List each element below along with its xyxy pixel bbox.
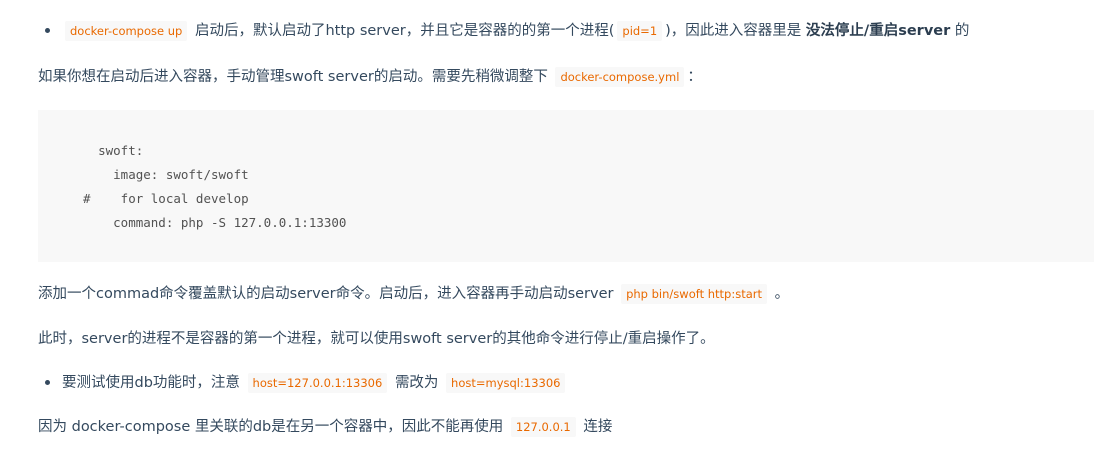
text: 需改为	[394, 375, 439, 391]
bullet-dot	[45, 27, 50, 33]
text: 此时，server的进程不是容器的第一个进程，就可以使用swoft server…	[38, 331, 715, 347]
paragraph-command-override: 添加一个commad命令覆盖默认的启动server命令。启动后，进入容器再手动启…	[38, 283, 789, 305]
code-block: swoft: image: swoft/swoft # for local de…	[38, 110, 1094, 262]
code-line: command: php -S 127.0.0.1:13300	[68, 215, 347, 230]
list-item-docker-compose-up: docker-compose up 启动后，默认启动了http server，并…	[45, 20, 969, 42]
paragraph-db-container: 因为 docker-compose 里关联的db是在另一个容器中，因此不能再使用…	[38, 416, 612, 438]
code-line: # for local develop	[68, 191, 249, 206]
inline-code: docker-compose.yml	[555, 67, 685, 87]
text: 如果你想在启动后进入容器，手动管理swoft server的启动。需要先稍微调整…	[38, 69, 548, 85]
inline-code: host=127.0.0.1:13306	[247, 373, 388, 393]
bullet-dot	[45, 379, 50, 385]
text: )，因此进入容器里是	[665, 23, 802, 39]
code-line: swoft:	[68, 143, 144, 158]
text: 启动后，默认启动了http server，并且它是容器的的第一个进程(	[194, 23, 615, 39]
paragraph-process-note: 此时，server的进程不是容器的第一个进程，就可以使用swoft server…	[38, 328, 715, 350]
code-line: image: swoft/swoft	[68, 167, 249, 182]
text: 因为 docker-compose 里关联的db是在另一个容器中，因此不能再使用	[38, 419, 504, 435]
paragraph-adjust-compose: 如果你想在启动后进入容器，手动管理swoft server的启动。需要先稍微调整…	[38, 66, 702, 88]
inline-code: pid=1	[617, 21, 663, 41]
bold-text: 没法停止/重启server	[805, 23, 951, 39]
text: ：	[687, 69, 702, 85]
inline-code: php bin/swoft http:start	[621, 284, 768, 304]
text: 连接	[583, 419, 613, 435]
inline-code: host=mysql:13306	[446, 373, 566, 393]
text: 的	[954, 23, 970, 39]
text: 要测试使用db功能时，注意	[62, 375, 240, 391]
inline-code: docker-compose up	[65, 21, 188, 41]
text: 添加一个commad命令覆盖默认的启动server命令。启动后，进入容器再手动启…	[38, 286, 614, 302]
text: 。	[774, 286, 790, 302]
inline-code: 127.0.0.1	[510, 417, 576, 437]
list-item-db-host: 要测试使用db功能时，注意 host=127.0.0.1:13306 需改为 h…	[45, 372, 568, 394]
